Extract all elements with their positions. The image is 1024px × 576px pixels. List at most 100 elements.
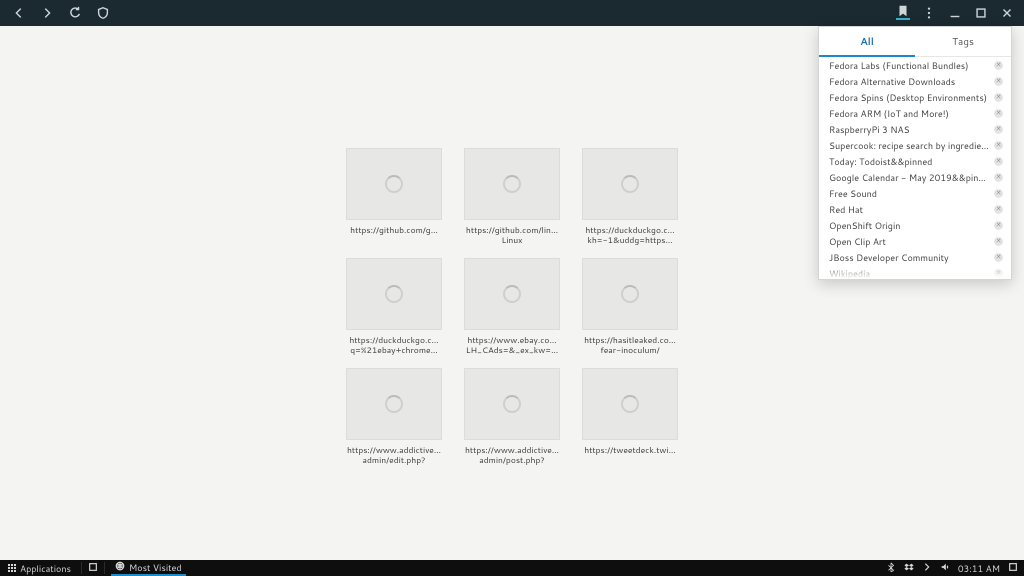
- back-icon[interactable]: [12, 6, 26, 20]
- speed-dial-tile[interactable]: https://github.com/lin…Linux: [453, 148, 571, 258]
- maximize-icon[interactable]: [974, 6, 988, 20]
- caption-line1: https://www.addictive…: [338, 446, 450, 456]
- speed-dial-tile[interactable]: https://www.addictive…admin/post.php?: [453, 368, 571, 478]
- forward-icon[interactable]: [40, 6, 54, 20]
- taskbar-pin-icon[interactable]: [88, 562, 98, 575]
- bookmark-item[interactable]: Wikipedia✕: [819, 265, 1011, 279]
- caption-line1: https://duckduckgo.c…: [574, 226, 686, 236]
- bookmark-item[interactable]: OpenShift Origin ✕: [819, 217, 1011, 233]
- security-shield-icon[interactable]: [96, 6, 110, 20]
- bookmark-item[interactable]: Fedora ARM (IoT and More!) ✕: [819, 105, 1011, 121]
- bookmark-title: Open Clip Art: [829, 235, 886, 248]
- bookmark-delete-icon[interactable]: ✕: [994, 269, 1003, 278]
- chevron-right-icon[interactable]: [922, 562, 932, 575]
- bookmark-title: OpenShift Origin: [829, 219, 900, 232]
- tab-tags[interactable]: Tags: [915, 27, 1011, 56]
- user-menu-icon[interactable]: [1008, 562, 1018, 575]
- bookmarks-list[interactable]: Fedora Labs (Functional Bundles)✕Fedora …: [819, 57, 1011, 279]
- bookmark-item[interactable]: Red Hat ✕: [819, 201, 1011, 217]
- speed-dial-tile[interactable]: https://github.com/g…: [335, 148, 453, 258]
- bookmark-delete-icon[interactable]: ✕: [994, 77, 1003, 86]
- bookmark-title: Free Sound: [829, 187, 877, 200]
- tab-all[interactable]: All: [819, 27, 915, 57]
- speed-dial-thumb: [582, 258, 678, 330]
- speed-dial-tile[interactable]: https://tweetdeck.twi…: [571, 368, 689, 478]
- bookmark-item[interactable]: Today: Todoist&&pinned✕: [819, 153, 1011, 169]
- volume-icon[interactable]: [940, 562, 950, 575]
- bookmark-delete-icon[interactable]: ✕: [994, 173, 1003, 182]
- loading-spinner-icon: [503, 285, 521, 303]
- bookmark-delete-icon[interactable]: ✕: [994, 61, 1003, 70]
- bookmark-title: Fedora Labs (Functional Bundles): [829, 59, 969, 72]
- speed-dial-tile[interactable]: https://hasitleaked.co…fear-inoculum/: [571, 258, 689, 368]
- close-icon[interactable]: [1000, 6, 1014, 20]
- bookmark-icon[interactable]: [896, 6, 910, 20]
- taskbar-separator: [104, 562, 105, 574]
- dropbox-icon[interactable]: [904, 562, 914, 575]
- reload-icon[interactable]: [68, 6, 82, 20]
- bluetooth-icon[interactable]: [886, 562, 896, 575]
- loading-spinner-icon: [621, 175, 639, 193]
- applications-menu-button[interactable]: Applications: [4, 562, 75, 575]
- loading-spinner-icon: [385, 285, 403, 303]
- bookmark-delete-icon[interactable]: ✕: [994, 141, 1003, 150]
- caption-line2: LH_CAds=&_ex_kw=…: [456, 346, 568, 356]
- caption-line2: admin/post.php?: [456, 456, 568, 466]
- bookmark-delete-icon[interactable]: ✕: [994, 125, 1003, 134]
- kebab-menu-icon[interactable]: [922, 6, 936, 20]
- bookmark-item[interactable]: Fedora Alternative Downloads✕: [819, 73, 1011, 89]
- minimize-icon[interactable]: [948, 6, 962, 20]
- speed-dial-caption: https://github.com/g…: [338, 226, 450, 236]
- bookmark-delete-icon[interactable]: ✕: [994, 109, 1003, 118]
- bookmark-item[interactable]: Fedora Labs (Functional Bundles) ✕: [819, 57, 1011, 73]
- applications-label: Applications: [20, 562, 71, 575]
- taskbar-window-label: Most Visited: [129, 561, 182, 574]
- caption-line1: https://www.ebay.co…: [456, 336, 568, 346]
- speed-dial-caption: https://github.com/lin…Linux: [456, 226, 568, 246]
- bookmarks-panel: All Tags Fedora Labs (Functional Bundles…: [818, 26, 1012, 280]
- speed-dial-caption: https://hasitleaked.co…fear-inoculum/: [574, 336, 686, 356]
- bookmark-delete-icon[interactable]: ✕: [994, 237, 1003, 246]
- apps-grid-icon: [8, 564, 16, 572]
- bookmark-item[interactable]: JBoss Developer Community✕: [819, 249, 1011, 265]
- bookmark-title: Supercook: recipe search by ingredients …: [829, 139, 989, 152]
- speed-dial-thumb: [464, 258, 560, 330]
- loading-spinner-icon: [385, 175, 403, 193]
- loading-spinner-icon: [621, 285, 639, 303]
- caption-line1: https://www.addictive…: [456, 446, 568, 456]
- bookmark-delete-icon[interactable]: ✕: [994, 253, 1003, 262]
- caption-line1: https://github.com/lin…: [456, 226, 568, 236]
- taskbar-window-most-visited[interactable]: Most Visited: [111, 560, 186, 576]
- bookmark-item[interactable]: RaspberryPi 3 NAS ✕: [819, 121, 1011, 137]
- bookmark-item[interactable]: Google Calendar - May 2019&&pinned✕: [819, 169, 1011, 185]
- bookmark-title: RaspberryPi 3 NAS: [829, 123, 910, 136]
- speed-dial-caption: https://www.addictive…admin/edit.php?: [338, 446, 450, 466]
- caption-line2: kh=-1&uddg=https…: [574, 236, 686, 246]
- taskbar-clock[interactable]: 03:11 AM: [958, 562, 1000, 575]
- speed-dial-caption: https://tweetdeck.twi…: [574, 446, 686, 456]
- loading-spinner-icon: [503, 175, 521, 193]
- speed-dial-tile[interactable]: https://duckduckgo.c…q=%21ebay+chrome…: [335, 258, 453, 368]
- bookmark-title: Fedora ARM (IoT and More!): [829, 107, 949, 120]
- bookmark-title: Fedora Spins (Desktop Environments): [829, 91, 987, 104]
- caption-line2: fear-inoculum/: [574, 346, 686, 356]
- bookmark-delete-icon[interactable]: ✕: [994, 189, 1003, 198]
- bookmark-item[interactable]: Fedora Spins (Desktop Environments) ✕: [819, 89, 1011, 105]
- speed-dial-tile[interactable]: https://www.ebay.co…LH_CAds=&_ex_kw=…: [453, 258, 571, 368]
- bookmark-delete-icon[interactable]: ✕: [994, 93, 1003, 102]
- speed-dial-grid: https://github.com/g… https://github.com/…: [335, 148, 689, 478]
- speed-dial-tile[interactable]: https://www.addictive…admin/edit.php?: [335, 368, 453, 478]
- bookmark-item[interactable]: Free Sound ✕: [819, 185, 1011, 201]
- bookmark-delete-icon[interactable]: ✕: [994, 157, 1003, 166]
- bookmark-title: Red Hat: [829, 203, 863, 216]
- speed-dial-thumb: [582, 148, 678, 220]
- speed-dial-tile[interactable]: https://duckduckgo.c…kh=-1&uddg=https…: [571, 148, 689, 258]
- browser-titlebar: [0, 0, 1024, 26]
- bookmark-delete-icon[interactable]: ✕: [994, 205, 1003, 214]
- loading-spinner-icon: [503, 395, 521, 413]
- bookmark-item[interactable]: Supercook: recipe search by ingredients …: [819, 137, 1011, 153]
- bookmark-item[interactable]: Open Clip Art ✕: [819, 233, 1011, 249]
- caption-line2: q=%21ebay+chrome…: [338, 346, 450, 356]
- bookmark-delete-icon[interactable]: ✕: [994, 221, 1003, 230]
- caption-line1: https://hasitleaked.co…: [574, 336, 686, 346]
